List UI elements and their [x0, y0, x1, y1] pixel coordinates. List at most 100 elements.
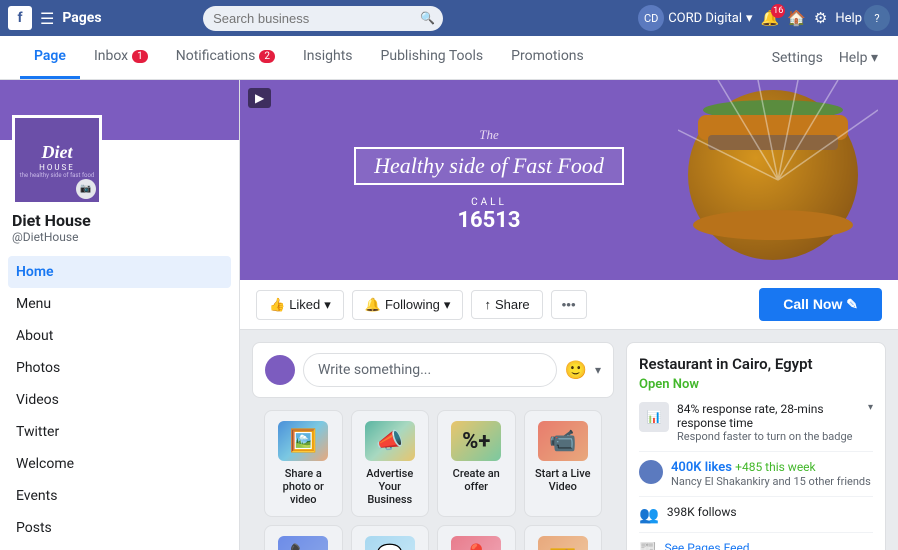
- page-name: Diet House: [12, 211, 227, 230]
- write-post-chevron[interactable]: ▾: [595, 363, 601, 377]
- likes-row: 400K likes +485 this week Nancy El Shaka…: [639, 460, 873, 497]
- sidebar-navigation: Home Menu About Photos Videos Twitter We…: [0, 252, 239, 550]
- tab-inbox[interactable]: Inbox 1: [80, 36, 162, 79]
- sidebar-item-menu[interactable]: Menu: [0, 288, 239, 320]
- tab-promotions[interactable]: Promotions: [497, 36, 598, 79]
- video-icon: ▶: [248, 88, 271, 108]
- sidebar-item-about[interactable]: About: [0, 320, 239, 352]
- write-post-inner: Write something... 🙂 ▾: [253, 343, 613, 397]
- respond-faster-text: Respond faster to turn on the badge: [677, 430, 860, 443]
- sidebar-item-videos[interactable]: Videos: [0, 384, 239, 416]
- tile-messages[interactable]: 💬 Get messages: [351, 525, 430, 550]
- tab-insights[interactable]: Insights: [289, 36, 367, 79]
- tile-offer-icon: %+: [451, 421, 501, 461]
- response-chevron[interactable]: ▾: [868, 402, 873, 413]
- cover-call-label: CALL: [471, 197, 507, 208]
- help-button[interactable]: Help ?: [835, 5, 890, 31]
- share-button[interactable]: ↑ Share: [471, 290, 542, 319]
- emoji-icon[interactable]: 🙂: [565, 360, 587, 381]
- tile-offer[interactable]: %+ Create an offer: [437, 410, 516, 517]
- sidebar-item-posts[interactable]: Posts: [0, 512, 239, 544]
- liked-label: Liked: [289, 297, 320, 312]
- tile-calls-icon: 📞: [278, 536, 328, 550]
- tile-advertise[interactable]: 📣 Advertise Your Business: [351, 410, 430, 517]
- facebook-logo: f: [8, 6, 32, 30]
- notifications-icon[interactable]: 🔔 16: [761, 9, 780, 27]
- response-info: 84% response rate, 28-mins response time…: [677, 402, 860, 443]
- following-button[interactable]: 🔔 Following ▾: [352, 290, 464, 320]
- write-post-input[interactable]: Write something...: [303, 353, 557, 387]
- profile-avatar: CD: [638, 5, 664, 31]
- likes-week: +485 this week: [735, 460, 815, 474]
- liked-button[interactable]: 👍 Liked ▾: [256, 290, 344, 320]
- follows-count: 398K follows: [667, 505, 737, 519]
- search-icon: 🔍: [420, 11, 435, 25]
- likes-number: 400K likes: [671, 460, 732, 475]
- tile-live-label: Start a Live Video: [533, 467, 594, 493]
- profile-name: CORD Digital: [668, 11, 742, 26]
- tab-notifications[interactable]: Notifications 2: [162, 36, 289, 79]
- tile-calls[interactable]: 📞 Get phone calls: [264, 525, 343, 550]
- cover-call-number: 16513: [457, 208, 520, 233]
- page-cover: ▶ The Healthy side of Fast Food CALL 165…: [240, 80, 898, 280]
- tile-live[interactable]: 📹 Start a Live Video: [524, 410, 603, 517]
- right-panel: Restaurant in Cairo, Egypt Open Now 📊 84…: [626, 342, 886, 550]
- camera-icon[interactable]: 📷: [76, 179, 96, 199]
- share-icon: ↑: [484, 297, 491, 312]
- app-title: Pages: [62, 10, 101, 26]
- more-button[interactable]: •••: [551, 290, 587, 319]
- following-label: Following: [385, 297, 440, 312]
- help-link[interactable]: Help ▾: [839, 50, 878, 66]
- tile-event-icon: 🎫: [538, 536, 588, 550]
- pages-icon[interactable]: 🏠: [787, 9, 806, 27]
- tile-photo-icon: 🖼️: [278, 421, 328, 461]
- posts-left: Write something... 🙂 ▾ 🖼️ Share a photo …: [252, 342, 614, 550]
- main-content: Diet HOUSE the healthy side of fast food…: [0, 80, 898, 550]
- search-container: 🔍: [203, 6, 443, 31]
- sidebar-item-twitter[interactable]: Twitter: [0, 416, 239, 448]
- open-status: Open Now: [639, 377, 873, 392]
- sidebar-profile: Diet HOUSE the healthy side of fast food…: [0, 80, 239, 252]
- page-content: ▶ The Healthy side of Fast Food CALL 165…: [240, 80, 898, 550]
- tile-advertise-icon: 📣: [365, 421, 415, 461]
- likes-info: 400K likes +485 this week Nancy El Shaka…: [671, 460, 871, 488]
- cover-title-top: The: [479, 127, 499, 143]
- tiles-grid: 🖼️ Share a photo or video 📣 Advertise Yo…: [252, 410, 614, 550]
- sidebar-item-services[interactable]: Services: [0, 544, 239, 550]
- call-now-label: Call Now ✎: [783, 296, 858, 313]
- likes-count-text: 400K likes +485 this week: [671, 460, 871, 475]
- nav-left: f ☰ Pages: [8, 6, 102, 30]
- sidebar: Diet HOUSE the healthy side of fast food…: [0, 80, 240, 550]
- likes-thumb: [639, 460, 663, 484]
- menu-icon[interactable]: ☰: [40, 9, 54, 28]
- inbox-badge: 1: [132, 50, 148, 63]
- sidebar-item-home[interactable]: Home: [8, 256, 231, 288]
- tile-event[interactable]: 🎫 Create an event: [524, 525, 603, 550]
- restaurant-type: Restaurant in Cairo, Egypt: [639, 355, 873, 373]
- action-bar: 👍 Liked ▾ 🔔 Following ▾ ↑ Share ••• Call…: [240, 280, 898, 330]
- sidebar-item-events[interactable]: Events: [0, 480, 239, 512]
- share-label: Share: [495, 297, 530, 312]
- sidebar-item-photos[interactable]: Photos: [0, 352, 239, 384]
- settings-link[interactable]: Settings: [772, 50, 823, 66]
- search-input[interactable]: [203, 6, 443, 31]
- notifications-badge: 16: [771, 4, 785, 18]
- posts-area: Write something... 🙂 ▾ 🖼️ Share a photo …: [240, 330, 898, 550]
- notifications-tab-badge: 2: [259, 50, 275, 63]
- tile-location[interactable]: 📍 Help people find your business: [437, 525, 516, 550]
- tile-photo[interactable]: 🖼️ Share a photo or video: [264, 410, 343, 517]
- page-profile-pic: Diet HOUSE the healthy side of fast food…: [12, 115, 102, 205]
- follows-row: 👥 398K follows: [639, 505, 873, 533]
- pages-feed-link[interactable]: See Pages Feed: [664, 541, 873, 550]
- likes-friends-text: Nancy El Shakankiry and 15 other friends: [671, 475, 871, 488]
- settings-icon[interactable]: ⚙: [814, 9, 827, 27]
- profile-button[interactable]: CD CORD Digital ▾: [638, 5, 752, 31]
- write-post-box: Write something... 🙂 ▾: [252, 342, 614, 398]
- more-dots-icon: •••: [562, 297, 576, 312]
- response-rate-text: 84% response rate, 28-mins response time: [677, 402, 860, 430]
- sidebar-item-welcome[interactable]: Welcome: [0, 448, 239, 480]
- tab-page[interactable]: Page: [20, 36, 80, 79]
- tab-publishing-tools[interactable]: Publishing Tools: [367, 36, 498, 79]
- help-label: Help: [835, 11, 862, 26]
- call-now-button[interactable]: Call Now ✎: [759, 288, 882, 321]
